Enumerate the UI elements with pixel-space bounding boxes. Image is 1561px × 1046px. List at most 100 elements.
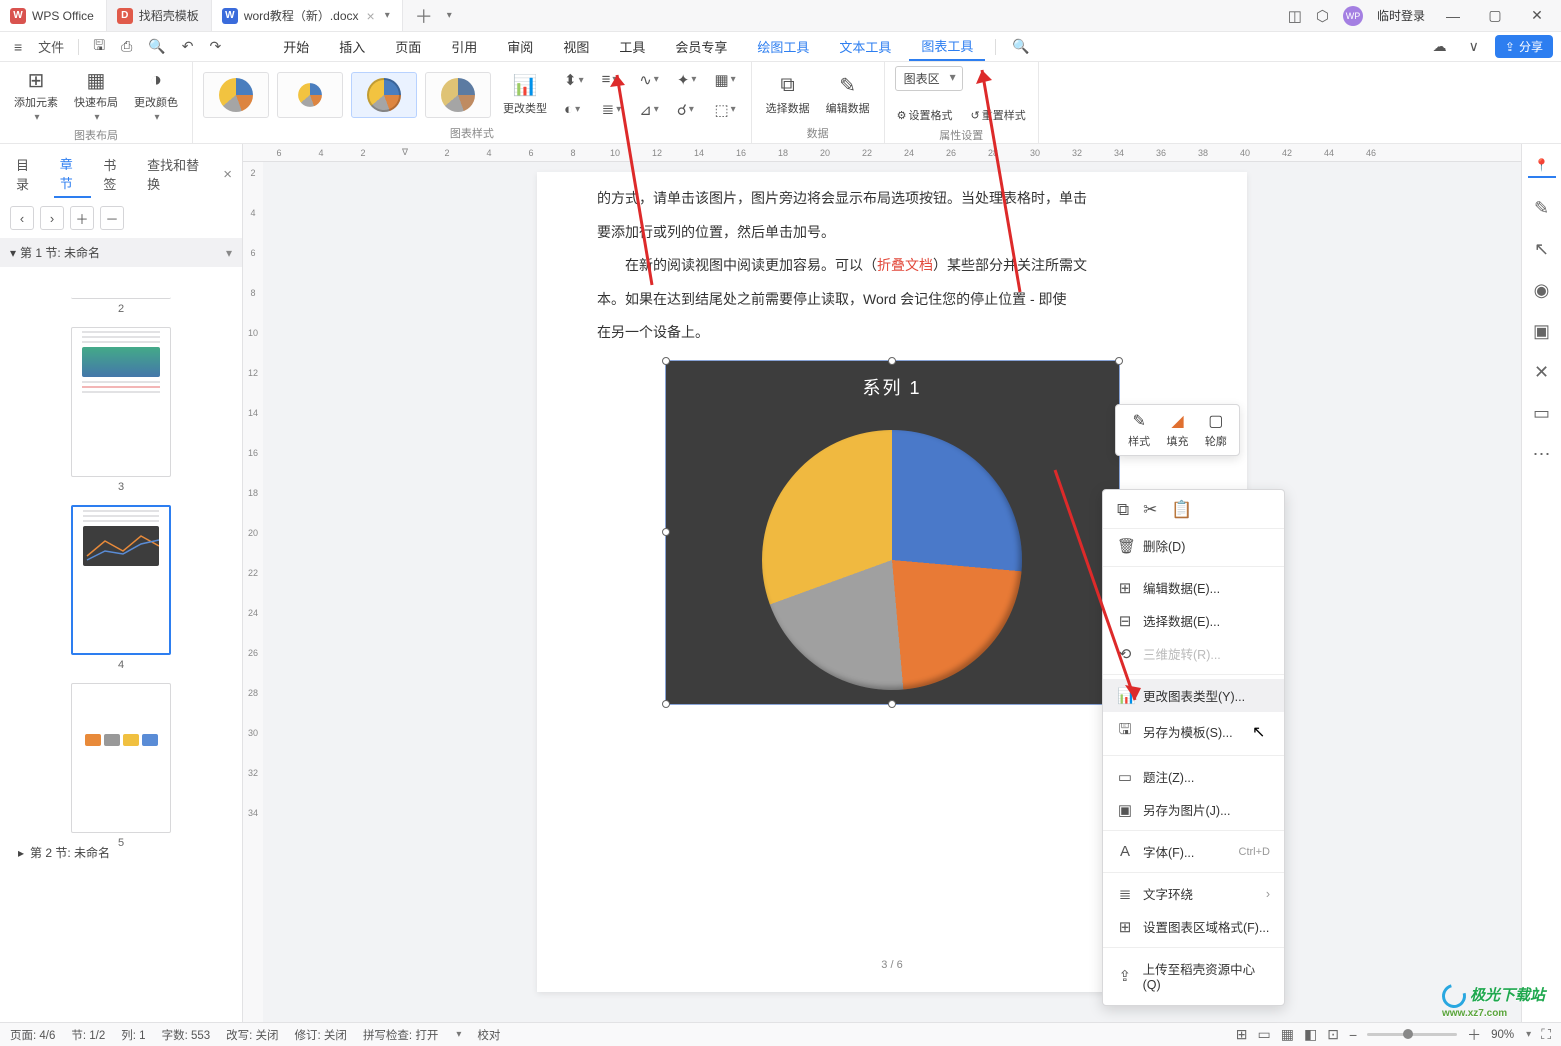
pie-chart[interactable] [762, 430, 1022, 690]
status-spell[interactable]: 拼写检查: 打开 [363, 1027, 438, 1043]
tab-add-button[interactable]: ＋ [403, 3, 445, 29]
panel-icon[interactable]: ◫ [1288, 7, 1302, 25]
nav-add-button[interactable]: ＋ [70, 206, 94, 230]
undo-icon[interactable]: ↶ [176, 38, 200, 55]
ctx-select-data[interactable]: ⊟选择数据(E)... [1103, 604, 1284, 637]
fullscreen-icon[interactable]: ⛶ [1541, 1026, 1551, 1043]
ctx-font[interactable]: A字体(F)...Ctrl+D [1103, 835, 1284, 868]
nav-remove-button[interactable]: － [100, 206, 124, 230]
status-proof[interactable]: 校对 [477, 1027, 500, 1043]
section-header-2[interactable]: ▸ 第 2 节: 未命名 [18, 844, 110, 861]
tab-review[interactable]: 审阅 [495, 33, 545, 60]
cube-icon[interactable]: ⬡ [1316, 7, 1329, 25]
style-btn[interactable]: ☌▾ [672, 98, 702, 122]
tab-tools[interactable]: 工具 [607, 33, 657, 60]
vertical-ruler[interactable]: 246810121416182022242628303234 [243, 162, 263, 1022]
save-icon[interactable]: 🖫 [87, 35, 111, 59]
chart-style-preset[interactable] [425, 72, 491, 118]
maximize-button[interactable]: ▢ [1481, 7, 1509, 24]
more-icon[interactable]: ⋯ [1533, 444, 1551, 465]
add-element-button[interactable]: ⊞添加元素▾ [10, 66, 62, 125]
section-header[interactable]: ▾ 第 1 节: 未命名▾ [0, 238, 242, 267]
outline-button[interactable]: ▢轮廓 [1205, 411, 1227, 449]
status-words[interactable]: 字数: 553 [162, 1027, 211, 1043]
pen-icon[interactable]: ✎ [1534, 198, 1549, 219]
expand-icon[interactable]: ∨ [1463, 38, 1485, 55]
reset-style-button[interactable]: ↺ 重置样式 [969, 105, 1028, 125]
tab-members[interactable]: 会员专享 [663, 33, 739, 60]
menu-icon[interactable]: ≡ [8, 39, 28, 55]
tab-chart-tools[interactable]: 图表工具 [909, 32, 985, 61]
style-btn[interactable]: ▦▾ [709, 68, 740, 92]
preview-icon[interactable]: 🔍 [142, 38, 171, 55]
view-mode-icon[interactable]: ⊡ [1327, 1026, 1339, 1043]
status-page[interactable]: 页面: 4/6 [10, 1027, 55, 1043]
tab-insert[interactable]: 插入 [327, 33, 377, 60]
ctx-delete[interactable]: 🗑删除(D) [1103, 529, 1284, 562]
status-track[interactable]: 修订: 关闭 [295, 1027, 347, 1043]
ctx-save-as-image[interactable]: ▣另存为图片(J)... [1103, 793, 1284, 826]
tab-close-icon[interactable]: × [365, 8, 377, 24]
zoom-out-icon[interactable]: − [1349, 1027, 1357, 1043]
cloud-icon[interactable]: ☁ [1427, 38, 1453, 55]
minimize-button[interactable]: — [1439, 8, 1467, 24]
nav-close-icon[interactable]: × [223, 166, 232, 183]
tab-view[interactable]: 视图 [551, 33, 601, 60]
stamp-icon[interactable]: ◉ [1534, 280, 1550, 301]
set-format-button[interactable]: ⚙ 设置格式 [895, 105, 955, 125]
view-mode-icon[interactable]: ▦ [1281, 1026, 1294, 1043]
tab-text-tools[interactable]: 文本工具 [827, 33, 903, 60]
nav-tab-bookmarks[interactable]: 书签 [97, 151, 135, 197]
thumbnails[interactable]: 2 3 4 5 [0, 267, 242, 1022]
tab-list-icon[interactable]: ▾ [445, 10, 452, 21]
nav-tab-sections[interactable]: 章节 [54, 150, 92, 198]
tab-draw-tools[interactable]: 绘图工具 [745, 33, 821, 60]
print-icon[interactable]: ⎙ [115, 38, 138, 55]
style-btn[interactable]: ✦▾ [672, 68, 702, 92]
cut-icon[interactable]: ✂ [1143, 500, 1157, 520]
zoom-value[interactable]: 90% [1491, 1029, 1514, 1041]
edit-data-button[interactable]: ✎编辑数据 [822, 72, 874, 118]
status-section[interactable]: 节: 1/2 [71, 1027, 105, 1043]
chart-style-preset[interactable] [277, 72, 343, 118]
status-overwrite[interactable]: 改写: 关闭 [226, 1027, 278, 1043]
style-btn[interactable]: ≡▾ [597, 68, 627, 91]
image-icon[interactable]: ▣ [1533, 321, 1550, 342]
copy-icon[interactable]: ⧉ [1117, 500, 1129, 520]
sidebar-location-pin[interactable]: 📍 [1528, 154, 1556, 178]
paste-icon[interactable]: 📋 [1171, 500, 1192, 520]
tab-home[interactable]: 开始 [271, 33, 321, 60]
tab-app[interactable]: W WPS Office [0, 0, 107, 31]
select-data-button[interactable]: ⧉选择数据 [762, 72, 814, 118]
tab-menu-icon[interactable]: ▾ [383, 10, 390, 21]
ctx-change-chart-type[interactable]: 📊更改图表类型(Y)... [1103, 679, 1284, 712]
view-mode-icon[interactable]: ▭ [1258, 1026, 1271, 1043]
page-thumb-selected[interactable]: 4 [0, 499, 242, 677]
nav-prev-button[interactable]: ‹ [10, 206, 34, 230]
style-btn[interactable]: ≣▾ [597, 97, 627, 121]
chart-style-preset-selected[interactable] [351, 72, 417, 118]
book-icon[interactable]: ▭ [1533, 403, 1550, 424]
style-btn[interactable]: ⬍▾ [559, 68, 589, 92]
style-btn[interactable]: ◐▾ [559, 98, 589, 121]
avatar-icon[interactable]: WP [1343, 6, 1363, 26]
ctx-upload[interactable]: ⇪上传至稻壳资源中心(Q) [1103, 952, 1284, 999]
zoom-slider[interactable] [1367, 1033, 1457, 1036]
file-menu[interactable]: 文件 [32, 37, 70, 56]
style-btn[interactable]: ⬚▾ [709, 98, 740, 122]
nav-tab-find-replace[interactable]: 查找和替换 [141, 151, 217, 197]
chart-area-select[interactable]: 图表区 [895, 66, 963, 91]
login-label[interactable]: 临时登录 [1377, 7, 1425, 24]
page-thumb[interactable]: 5 [0, 677, 242, 855]
tab-reference[interactable]: 引用 [439, 33, 489, 60]
ctx-edit-data[interactable]: ⊞编辑数据(E)... [1103, 571, 1284, 604]
zoom-in-icon[interactable]: ＋ [1467, 1025, 1481, 1045]
page-thumb[interactable]: 3 [0, 321, 242, 499]
fill-button[interactable]: ◢填充 [1166, 411, 1188, 449]
view-mode-icon[interactable]: ◧ [1304, 1026, 1317, 1043]
redo-icon[interactable]: ↷ [204, 38, 228, 55]
tab-document[interactable]: W word教程（新）.docx × ▾ [212, 0, 403, 31]
style-btn[interactable]: ⊿▾ [634, 98, 664, 122]
close-button[interactable]: ✕ [1523, 7, 1551, 24]
style-btn[interactable]: ∿▾ [634, 68, 664, 92]
